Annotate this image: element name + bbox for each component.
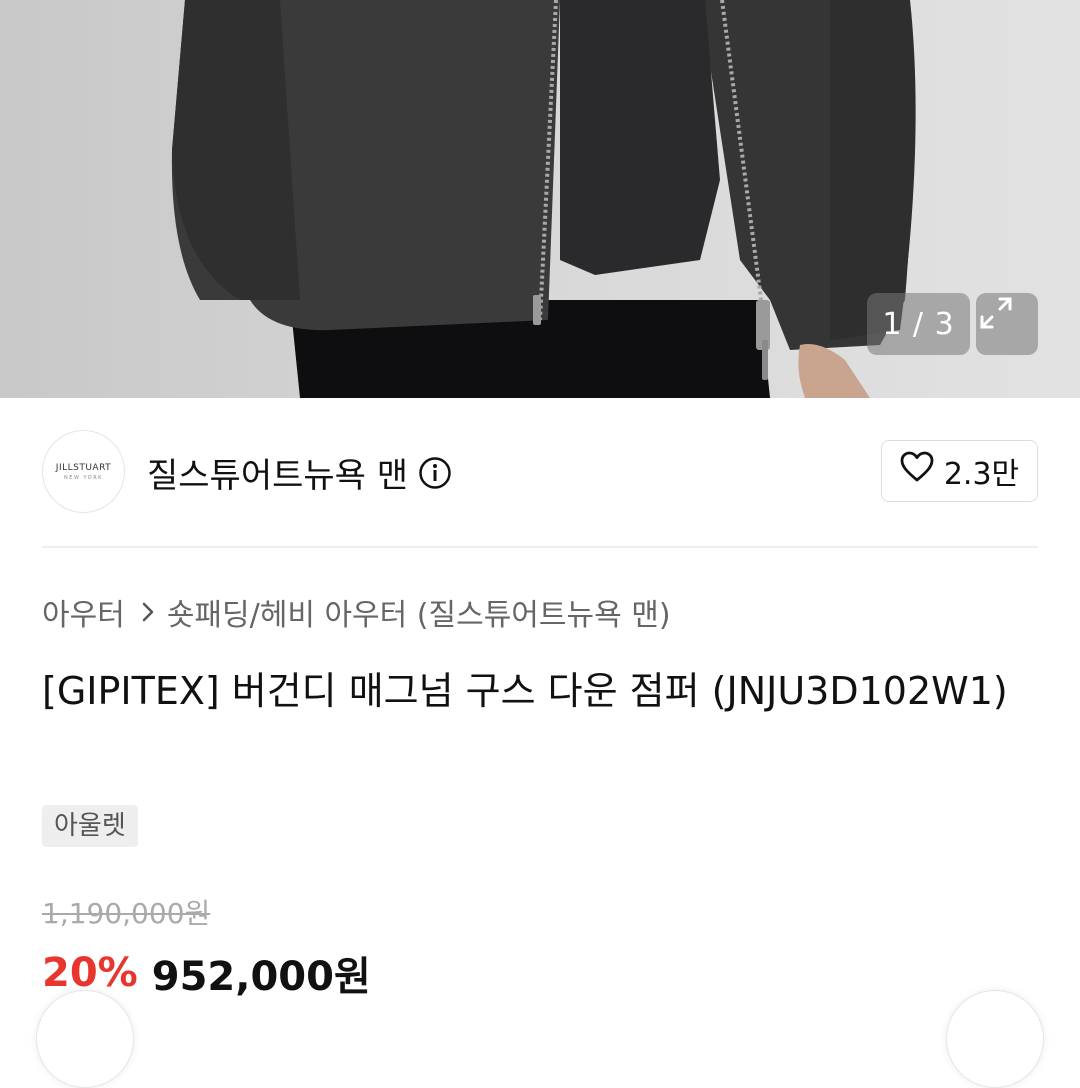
brand-name: 질스튜어트뉴욕 맨 <box>147 456 409 496</box>
sale-price: 952,000원 <box>151 954 371 1000</box>
divider <box>42 546 1038 548</box>
brand-like-button[interactable]: 2.3만 <box>881 440 1038 502</box>
info-circle-icon[interactable] <box>418 456 452 490</box>
chevron-right-icon <box>141 601 155 623</box>
brand-row: JILLSTUART NEW YORK 질스튜어트뉴욕 맨 2.3만 <box>42 430 1038 514</box>
image-counter: 1 / 3 <box>867 293 970 355</box>
heart-outline-icon <box>900 451 934 491</box>
floating-button-right[interactable] <box>946 990 1044 1088</box>
discount-rate: 20% <box>42 950 138 996</box>
breadcrumb: 아우터 숏패딩/헤비 아우터 (질스튜어트뉴욕 맨) <box>42 590 671 634</box>
expand-image-button[interactable] <box>976 293 1038 355</box>
breadcrumb-item-outer[interactable]: 아우터 <box>42 590 125 634</box>
original-price: 1,190,000원 <box>42 897 211 930</box>
floating-button-left[interactable] <box>36 990 134 1088</box>
brand-name-link[interactable]: 질스튜어트뉴욕 맨 <box>147 448 452 497</box>
brand-logo-subtext: NEW YORK <box>64 474 103 481</box>
breadcrumb-item-category[interactable]: 숏패딩/헤비 아우터 (질스튜어트뉴욕 맨) <box>167 590 671 634</box>
product-image[interactable]: 1 / 3 <box>0 0 1080 398</box>
outlet-badge: 아울렛 <box>42 805 138 847</box>
image-counter-text: 1 / 3 <box>882 306 955 342</box>
like-count: 2.3만 <box>943 457 1020 492</box>
brand-logo[interactable]: JILLSTUART NEW YORK <box>42 430 125 513</box>
product-title: [GIPITEX] 버건디 매그넘 구스 다운 점퍼 (JNJU3D102W1) <box>42 669 1008 713</box>
brand-logo-text: JILLSTUART <box>55 462 112 473</box>
